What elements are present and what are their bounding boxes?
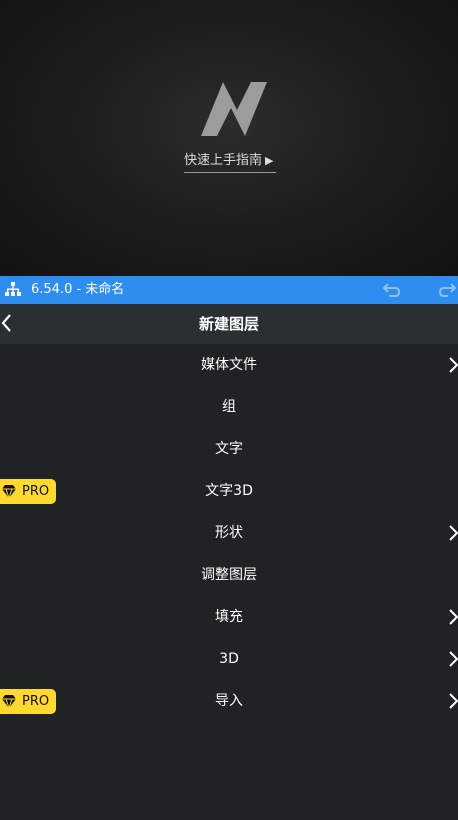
new-layer-menu: 媒体文件 组 文字 PRO 文字3D 形状 调整图层 填充 3D PRO 导入 <box>0 344 458 722</box>
menu-item-fill[interactable]: 填充 <box>0 596 458 638</box>
chevron-right-icon <box>449 357 458 373</box>
chevron-right-icon <box>449 693 458 709</box>
panel-header: 新建图层 <box>0 304 458 344</box>
menu-item-label: 文字 <box>215 441 243 457</box>
menu-item-text-3d[interactable]: PRO 文字3D <box>0 470 458 512</box>
chevron-right-icon <box>449 609 458 625</box>
lightning-n-logo-icon <box>201 82 267 136</box>
menu-item-label: 文字3D <box>205 483 253 499</box>
menu-item-3d[interactable]: 3D <box>0 638 458 680</box>
menu-item-label: 形状 <box>215 525 243 541</box>
quick-start-guide-link[interactable]: 快速上手指南 ▶ <box>184 150 276 173</box>
menu-item-media-file[interactable]: 媒体文件 <box>0 344 458 386</box>
menu-item-label: 组 <box>222 399 236 415</box>
menu-item-label: 填充 <box>215 609 243 625</box>
undo-icon[interactable] <box>383 282 401 298</box>
menu-item-adjustment-layer[interactable]: 调整图层 <box>0 554 458 596</box>
page-title: 新建图层 <box>198 315 259 333</box>
menu-item-label: 3D <box>219 651 239 667</box>
hierarchy-icon[interactable] <box>5 282 21 297</box>
chevron-right-icon <box>449 651 458 667</box>
menu-item-group[interactable]: 组 <box>0 386 458 428</box>
play-triangle-icon: ▶ <box>265 154 274 167</box>
menu-item-shape[interactable]: 形状 <box>0 512 458 554</box>
menu-item-text[interactable]: 文字 <box>0 428 458 470</box>
project-version-title: 6.54.0 - 未命名 <box>31 282 125 297</box>
guide-label: 快速上手指南 <box>184 153 263 168</box>
menu-item-label: 导入 <box>215 693 243 709</box>
menu-item-import[interactable]: PRO 导入 <box>0 680 458 722</box>
menu-item-label: 媒体文件 <box>201 357 257 373</box>
title-bar: 6.54.0 - 未命名 <box>0 276 458 304</box>
menu-item-label: 调整图层 <box>201 567 257 583</box>
preview-canvas[interactable]: 快速上手指南 ▶ <box>0 0 458 276</box>
chevron-right-icon <box>449 525 458 541</box>
redo-icon[interactable] <box>438 282 456 298</box>
